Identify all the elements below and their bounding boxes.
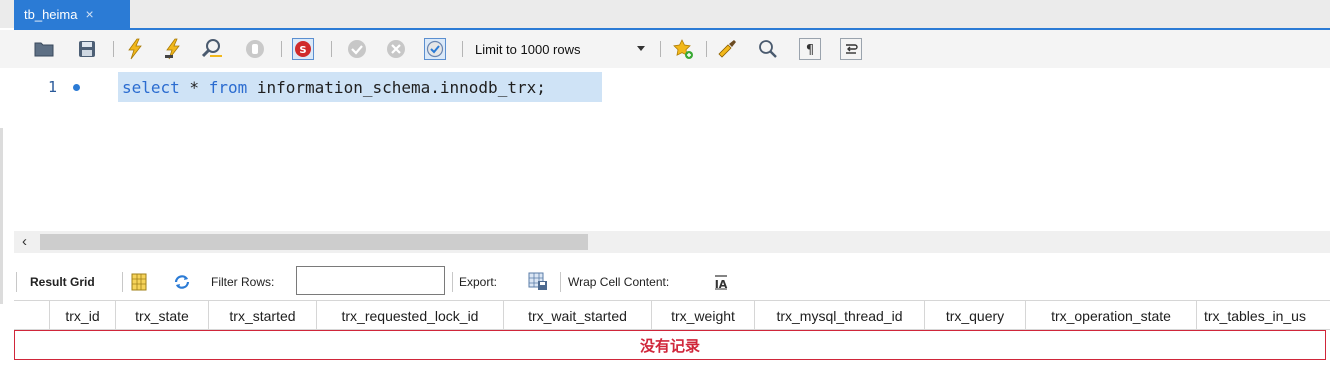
- tab-close-icon[interactable]: ×: [85, 7, 93, 21]
- column-header[interactable]: trx_requested_lock_id: [317, 301, 504, 330]
- toolbar-separator: [122, 272, 123, 292]
- autocommit-icon[interactable]: [424, 38, 446, 60]
- sql-code-line[interactable]: select * from information_schema.innodb_…: [118, 72, 602, 102]
- toolbar-separator: [706, 41, 707, 57]
- sql-keyword-from: from: [208, 77, 248, 97]
- commit-icon[interactable]: [346, 38, 368, 60]
- result-toolbar: Result Grid Filter Rows: Export: Wrap Ce…: [14, 265, 1330, 299]
- scroll-left-arrow-icon[interactable]: ‹: [22, 233, 27, 250]
- result-grid-header: trx_id trx_state trx_started trx_request…: [14, 300, 1330, 330]
- column-header[interactable]: trx_mysql_thread_id: [755, 301, 925, 330]
- rollback-icon[interactable]: [385, 38, 407, 60]
- chevron-down-icon: [637, 46, 645, 51]
- sql-star: *: [179, 77, 209, 97]
- svg-text:IA: IA: [715, 278, 728, 290]
- filter-rows-input[interactable]: [296, 266, 445, 295]
- toggle-error-stop-icon[interactable]: S: [292, 38, 314, 60]
- wrap-cell-content-label: Wrap Cell Content:: [568, 275, 670, 289]
- export-label: Export:: [459, 275, 498, 289]
- column-header[interactable]: trx_operation_state: [1026, 301, 1197, 330]
- editor-horizontal-scrollbar[interactable]: ‹: [14, 231, 1330, 253]
- tab-tb-heima[interactable]: tb_heima ×: [14, 0, 130, 28]
- sql-table-ref: information_schema.innodb_trx;: [247, 77, 546, 97]
- limit-rows-select[interactable]: Limit to 1000 rows: [467, 38, 657, 60]
- line-number: 1: [48, 78, 58, 96]
- svg-text:S: S: [299, 45, 306, 56]
- toolbar-separator: [452, 272, 453, 292]
- refresh-icon[interactable]: [171, 271, 193, 293]
- find-icon[interactable]: [757, 38, 779, 60]
- column-header[interactable]: trx_query: [925, 301, 1026, 330]
- row-header-corner[interactable]: [14, 301, 50, 329]
- toolbar-separator: [113, 41, 114, 57]
- column-header[interactable]: trx_started: [209, 301, 317, 330]
- svg-text:¶: ¶: [806, 43, 814, 57]
- open-folder-icon[interactable]: [33, 38, 55, 60]
- tab-title: tb_heima: [24, 6, 78, 22]
- result-grid-tab[interactable]: Result Grid: [30, 275, 95, 289]
- scrollbar-thumb[interactable]: [40, 234, 588, 250]
- window-edge-gutter: [0, 128, 3, 304]
- column-header[interactable]: trx_id: [50, 301, 116, 330]
- column-header[interactable]: trx_weight: [652, 301, 755, 330]
- result-grid: trx_id trx_state trx_started trx_request…: [14, 300, 1330, 360]
- export-grid-icon[interactable]: [527, 270, 549, 292]
- toolbar-separator: [560, 272, 561, 292]
- save-icon[interactable]: [76, 38, 98, 60]
- add-snippet-star-icon[interactable]: [672, 38, 694, 60]
- stop-icon[interactable]: [244, 38, 266, 60]
- grid-columns-icon[interactable]: [128, 271, 150, 293]
- toolbar-separator: [331, 41, 332, 57]
- filter-rows-label: Filter Rows:: [211, 275, 275, 289]
- wrap-cell-toggle-icon[interactable]: IA: [710, 271, 732, 293]
- empty-result-message: 没有记录: [14, 330, 1326, 360]
- execute-lightning-icon[interactable]: [124, 38, 146, 60]
- toolbar-separator: [660, 41, 661, 57]
- column-header[interactable]: trx_wait_started: [504, 301, 652, 330]
- column-header[interactable]: trx_state: [116, 301, 209, 330]
- toolbar-separator: [16, 272, 17, 292]
- statement-marker-icon: [73, 84, 80, 91]
- query-toolbar: S Limit to 1000 rows ¶: [0, 30, 1330, 68]
- sql-editor[interactable]: 1 select * from information_schema.innod…: [14, 68, 1330, 231]
- explain-magnifier-icon[interactable]: [201, 38, 223, 60]
- invisible-chars-icon[interactable]: ¶: [799, 38, 821, 60]
- editor-tab-strip: tb_heima ×: [0, 0, 1330, 28]
- execute-cursor-lightning-icon[interactable]: [162, 38, 184, 60]
- column-header[interactable]: trx_tables_in_us: [1197, 301, 1330, 330]
- word-wrap-icon[interactable]: [840, 38, 862, 60]
- toolbar-separator: [281, 41, 282, 57]
- beautify-brush-icon[interactable]: [716, 38, 738, 60]
- limit-rows-label: Limit to 1000 rows: [475, 41, 581, 57]
- toolbar-separator: [462, 41, 463, 57]
- sql-keyword-select: select: [122, 77, 180, 97]
